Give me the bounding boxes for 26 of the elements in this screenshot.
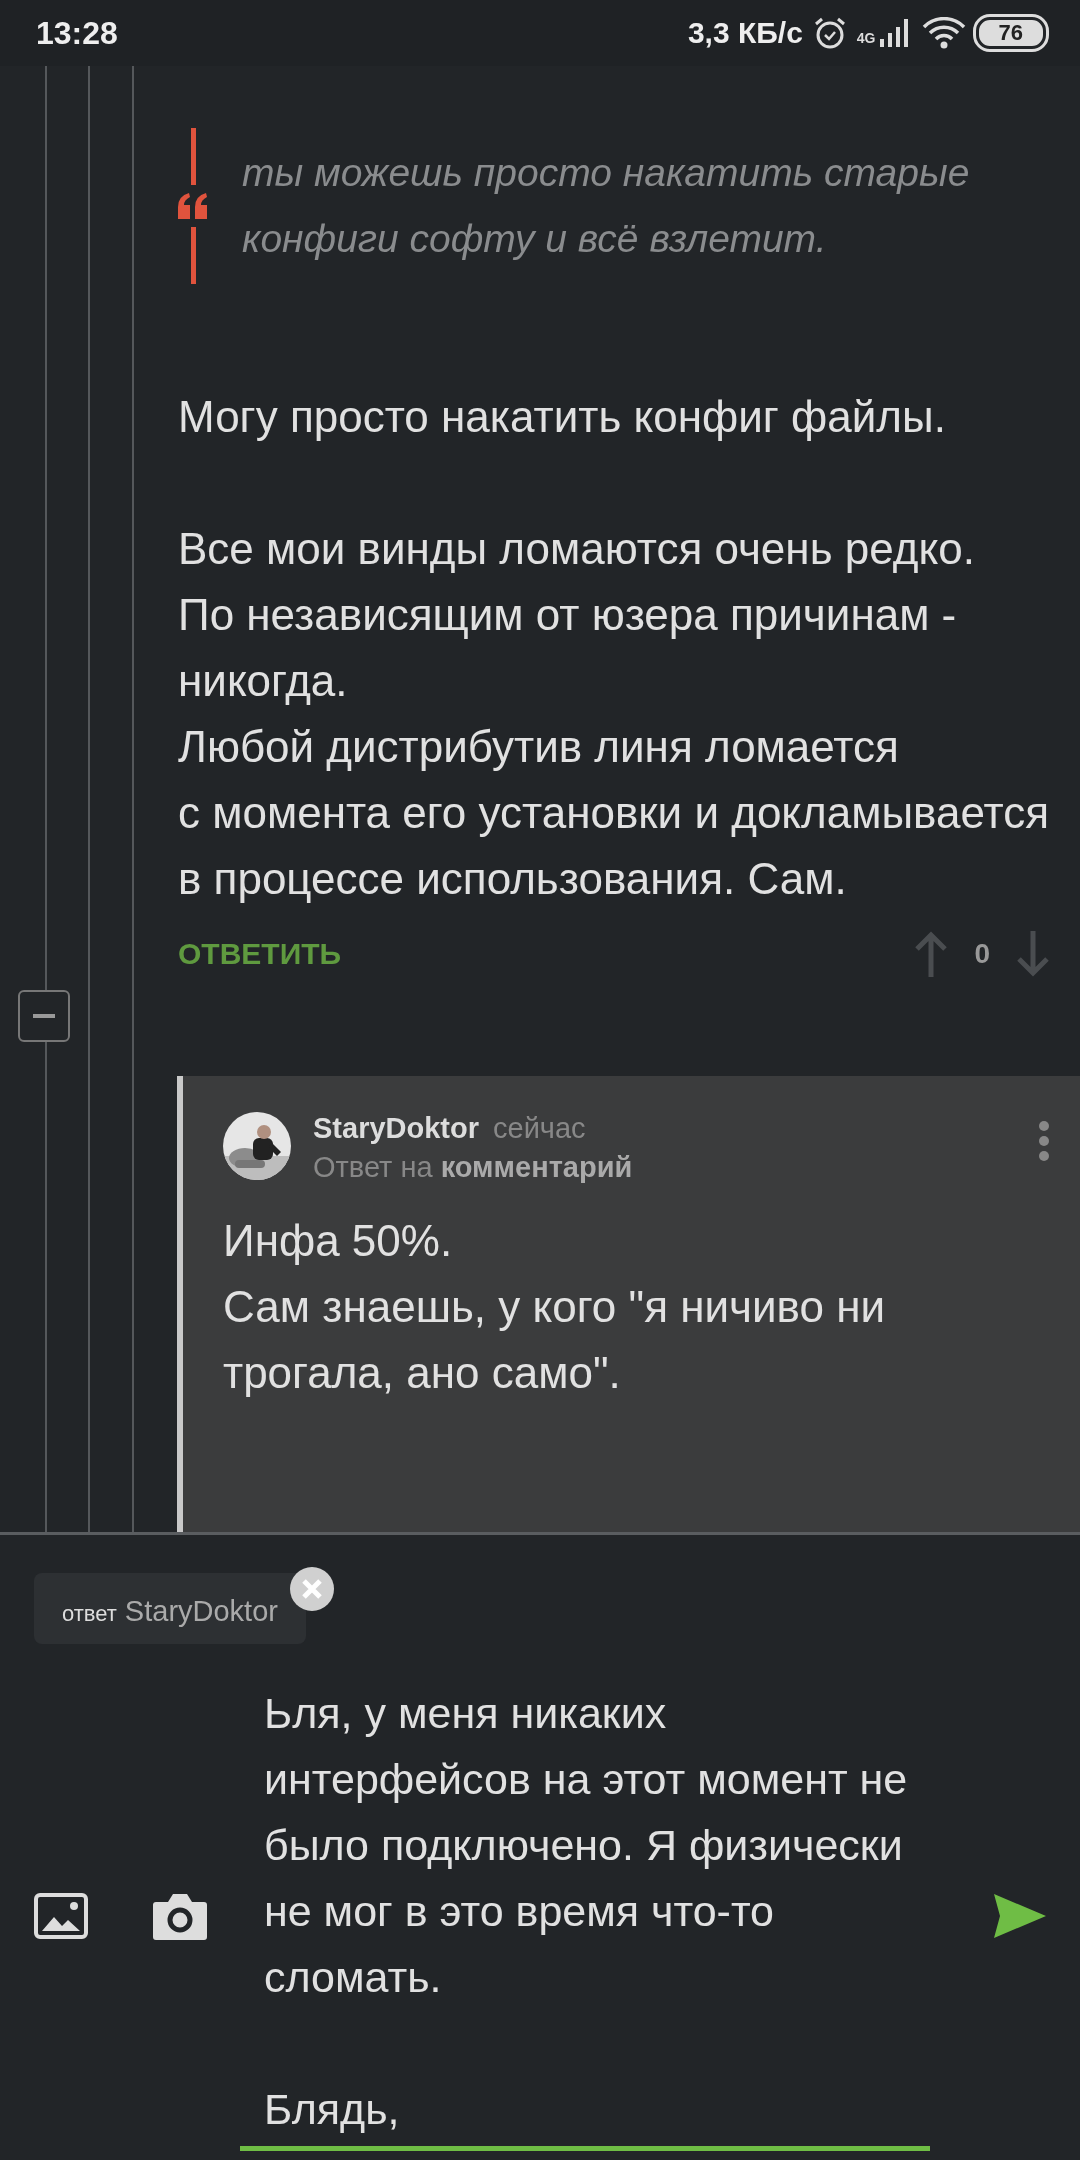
- minus-icon: [33, 1014, 55, 1018]
- chip-label: ответ: [62, 1601, 117, 1627]
- collapse-button[interactable]: [18, 990, 70, 1042]
- wifi-icon: [921, 17, 966, 49]
- clock: 13:28: [36, 14, 118, 52]
- alarm-icon: [812, 16, 847, 50]
- network-speed: 3,3 КБ/с: [687, 16, 803, 50]
- quote-icon: [178, 193, 208, 219]
- battery-level: 76: [975, 17, 1046, 49]
- timestamp: сейчас: [493, 1112, 586, 1145]
- comment-text: Все мои винды ломаются очень редко. По независящим от юзера причинам - никогда. Любой дистрибутив линя ломается с момента его установки и докламывается в процессе использования. Сам.: [178, 523, 1050, 905]
- score: 0: [974, 938, 990, 970]
- send-icon[interactable]: [994, 1893, 1046, 1938]
- chip-author: StaryDoktor: [124, 1595, 278, 1628]
- more-icon[interactable]: [1038, 1120, 1050, 1162]
- camera-icon[interactable]: [152, 1891, 208, 1940]
- comment-text: Инфа 50%. Сам знаешь, у кого "я ничиво ни трогала, ано само".: [223, 1215, 887, 1399]
- reply-to-text: Ответ на комментарий: [313, 1151, 634, 1184]
- author-name[interactable]: StaryDoktor: [313, 1112, 479, 1145]
- message-field[interactable]: Ьля, у меня никаких интерфейсов на этот момент не было подключено. Я физически не мог в это время что-то сломать. Блядь,: [240, 1680, 930, 2151]
- network-type: 4G: [856, 30, 876, 46]
- comment-text: Могу просто накатить конфиг файлы.: [178, 391, 947, 443]
- image-icon[interactable]: [34, 1892, 88, 1939]
- quote-text: ты можешь просто накатить старые конфиги софту и всё взлетит.: [242, 150, 971, 262]
- close-icon[interactable]: [289, 1567, 334, 1611]
- reply-button[interactable]: ОТВЕТИТЬ: [178, 937, 342, 971]
